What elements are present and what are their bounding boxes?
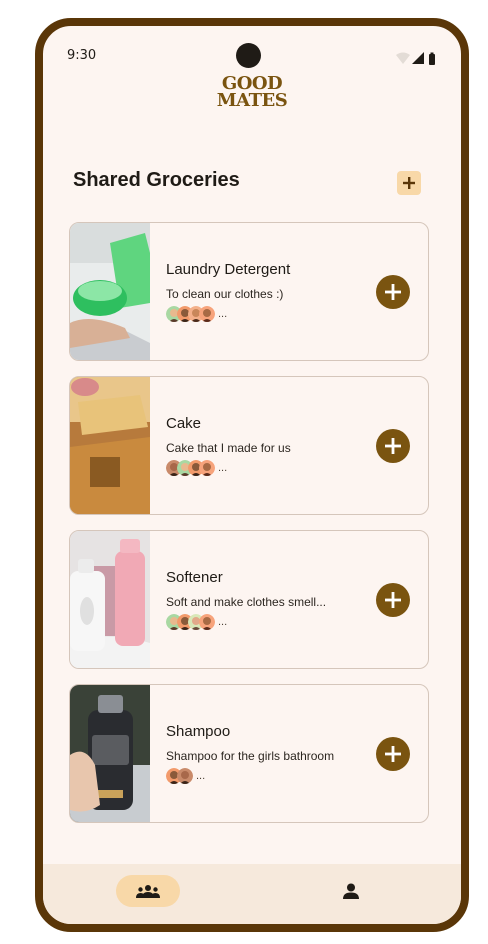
item-image-softener (70, 531, 150, 668)
add-item-button[interactable] (376, 275, 410, 309)
person-icon (343, 883, 359, 899)
item-name: Cake (166, 415, 202, 432)
item-name: Softener (166, 569, 223, 586)
more-members: ... (218, 307, 228, 320)
avatar (199, 459, 215, 476)
grocery-card[interactable]: Softener Soft and make clothes smell... … (69, 530, 429, 669)
item-image-cake (70, 377, 150, 514)
add-item-button[interactable] (376, 429, 410, 463)
avatar (199, 613, 215, 630)
camera-cutout (236, 43, 261, 68)
wifi-icon (396, 52, 410, 64)
grocery-card[interactable]: Laundry Detergent To clean our clothes :… (69, 222, 429, 361)
item-description: Soft and make clothes smell... (166, 595, 327, 609)
more-members: ... (196, 769, 206, 782)
status-icons (396, 52, 435, 65)
plus-icon (385, 592, 401, 608)
item-description: To clean our clothes :) (166, 287, 284, 301)
plus-icon (385, 438, 401, 454)
add-item-button[interactable] (376, 583, 410, 617)
member-avatars: ... (166, 613, 227, 630)
group-icon (136, 885, 160, 898)
add-item-button[interactable] (376, 737, 410, 771)
logo-line2: MATES (216, 90, 288, 111)
status-time: 9:30 (67, 48, 97, 63)
bottom-navigation (43, 864, 461, 924)
member-avatars: ... (166, 305, 227, 322)
item-description: Cake that I made for us (166, 441, 291, 455)
item-name: Shampoo (166, 723, 231, 740)
plus-icon (403, 177, 415, 189)
grocery-card[interactable]: Shampoo Shampoo for the girls bathroom .… (69, 684, 429, 823)
avatar (199, 305, 215, 322)
grocery-card[interactable]: Cake Cake that I made for us ... (69, 376, 429, 515)
item-image-laundry-detergent (70, 223, 150, 360)
battery-icon (429, 54, 435, 65)
item-description: Shampoo for the girls bathroom (166, 749, 335, 763)
status-bar: 9:30 (43, 26, 461, 68)
member-avatars: ... (166, 767, 205, 784)
more-members: ... (218, 461, 228, 474)
plus-icon (385, 746, 401, 762)
signal-icon (412, 52, 424, 64)
add-grocery-button[interactable] (397, 171, 421, 195)
plus-icon (385, 284, 401, 300)
avatar (177, 767, 193, 784)
item-image-shampoo (70, 685, 150, 822)
page-title: Shared Groceries (73, 169, 240, 191)
nav-item-groups[interactable] (116, 875, 180, 907)
item-name: Laundry Detergent (166, 261, 291, 278)
more-members: ... (218, 615, 228, 628)
phone-frame: 9:30 GOOD MATES Shared Groceries Laundry… (35, 18, 469, 932)
nav-item-profile[interactable] (335, 875, 367, 907)
app-logo: GOOD MATES (43, 75, 461, 111)
member-avatars: ... (166, 459, 227, 476)
